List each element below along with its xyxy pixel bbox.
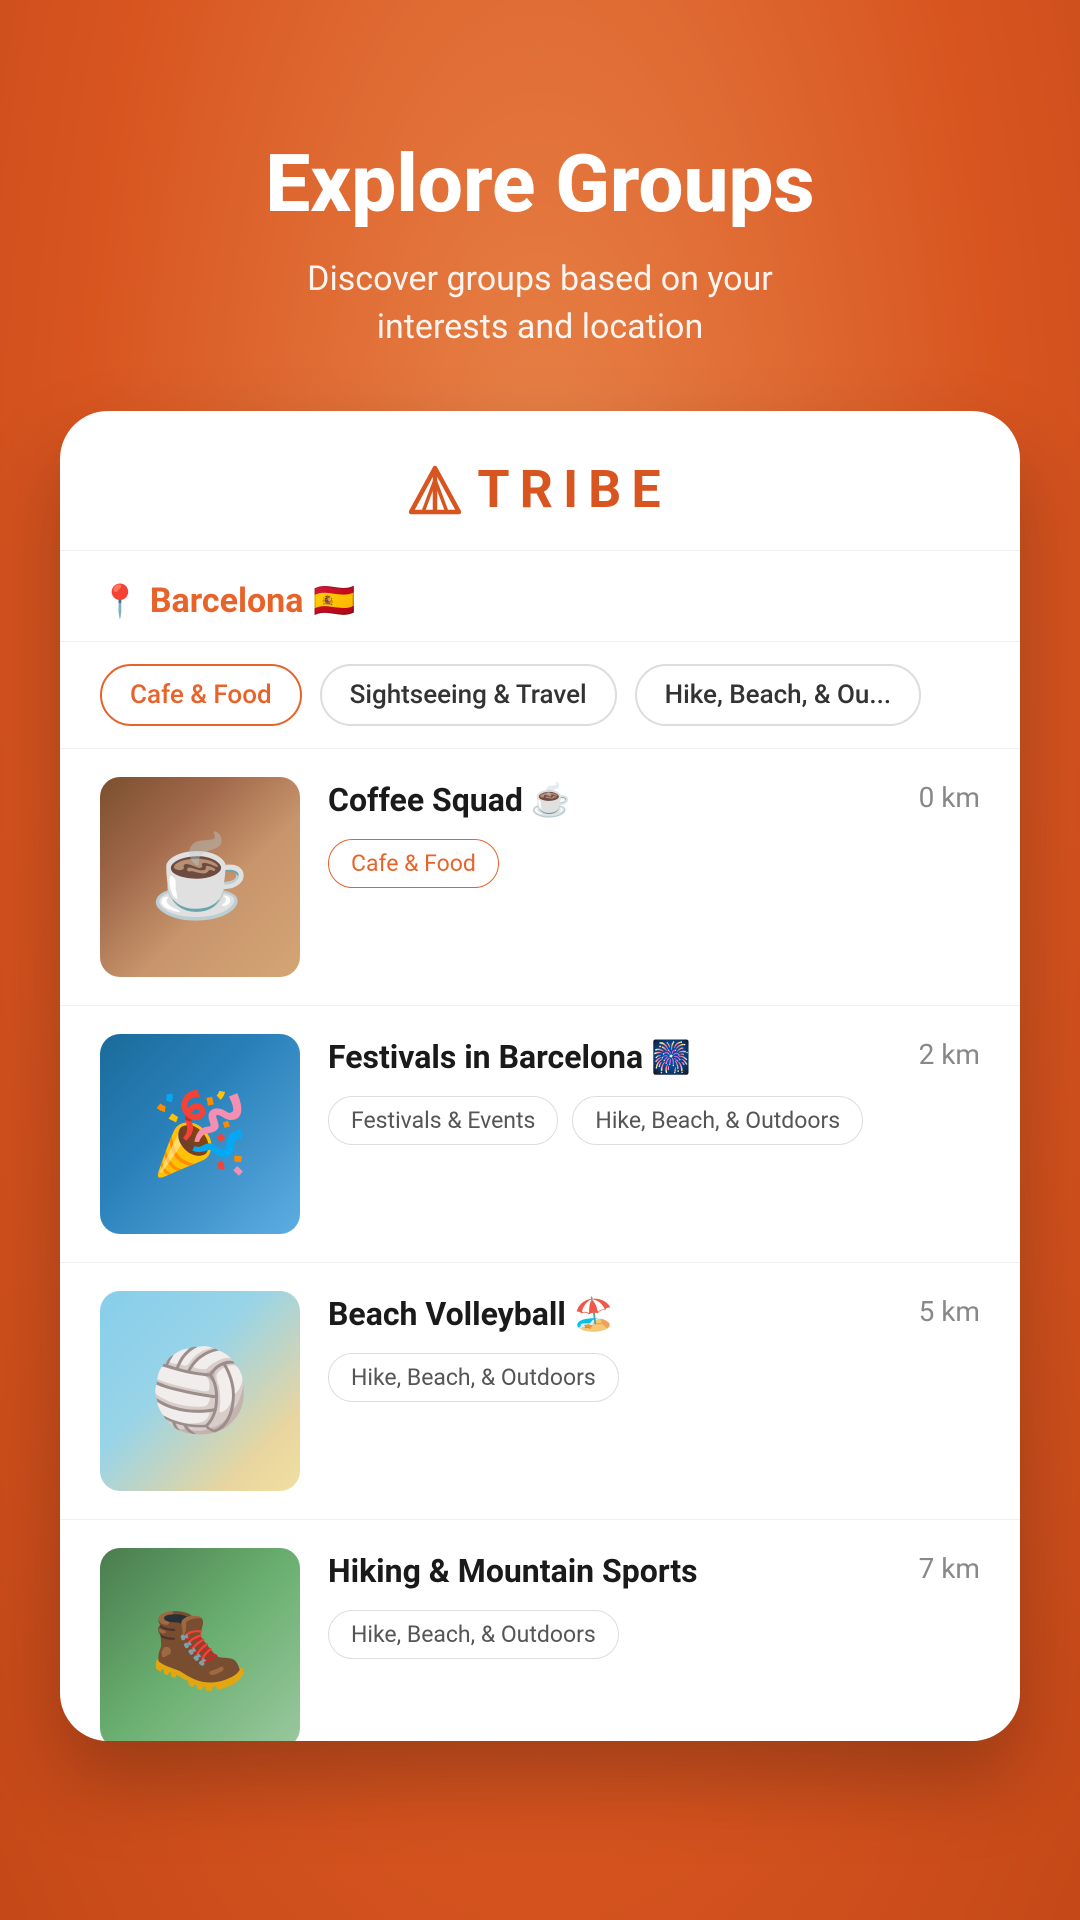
group-distance-hiking: 7 km xyxy=(919,1552,980,1585)
filter-tab-hike[interactable]: Hike, Beach, & Ou... xyxy=(635,664,921,726)
group-tags-volleyball: Hike, Beach, & Outdoors xyxy=(328,1353,980,1402)
group-tags-festivals: Festivals & Events Hike, Beach, & Outdoo… xyxy=(328,1096,980,1145)
location-pin-icon: 📍 xyxy=(100,582,140,620)
group-image-volleyball xyxy=(100,1291,300,1491)
group-name-festivals: Festivals in Barcelona 🎆 xyxy=(328,1038,691,1076)
group-tag-cafe-food[interactable]: Cafe & Food xyxy=(328,839,499,888)
filter-tab-sightseeing[interactable]: Sightseeing & Travel xyxy=(320,664,617,726)
group-name-volleyball: Beach Volleyball 🏖️ xyxy=(328,1295,614,1333)
group-tags-hiking: Hike, Beach, & Outdoors xyxy=(328,1610,980,1659)
group-image-coffee-squad xyxy=(100,777,300,977)
tribe-logo: TRIBE xyxy=(100,459,980,520)
app-header: TRIBE xyxy=(60,411,1020,551)
group-item-festivals[interactable]: Festivals in Barcelona 🎆 2 km Festivals … xyxy=(60,1006,1020,1263)
group-image-hiking xyxy=(100,1548,300,1741)
group-title-row-festivals: Festivals in Barcelona 🎆 2 km xyxy=(328,1038,980,1076)
group-item-volleyball[interactable]: Beach Volleyball 🏖️ 5 km Hike, Beach, & … xyxy=(60,1263,1020,1520)
app-name: TRIBE xyxy=(477,459,670,520)
group-distance-festivals: 2 km xyxy=(919,1038,980,1071)
group-title-row: Coffee Squad ☕ 0 km xyxy=(328,781,980,819)
group-item-coffee-squad[interactable]: Coffee Squad ☕ 0 km Cafe & Food xyxy=(60,749,1020,1006)
group-tag-hike-mountain[interactable]: Hike, Beach, & Outdoors xyxy=(328,1610,619,1659)
hero-subtitle: Discover groups based on your interests … xyxy=(240,256,840,351)
group-name-coffee-squad: Coffee Squad ☕ xyxy=(328,781,571,819)
group-title-row-hiking: Hiking & Mountain Sports 7 km xyxy=(328,1552,980,1590)
hero-title: Explore Groups xyxy=(0,140,1080,228)
group-distance-coffee-squad: 0 km xyxy=(919,781,980,814)
group-tag-hike-beach-outdoors[interactable]: Hike, Beach, & Outdoors xyxy=(328,1353,619,1402)
group-info-volleyball: Beach Volleyball 🏖️ 5 km Hike, Beach, & … xyxy=(328,1291,980,1402)
location-flag: 🇪🇸 xyxy=(313,581,355,621)
group-tag-festivals-events[interactable]: Festivals & Events xyxy=(328,1096,558,1145)
group-distance-volleyball: 5 km xyxy=(919,1295,980,1328)
group-info-festivals: Festivals in Barcelona 🎆 2 km Festivals … xyxy=(328,1034,980,1145)
group-name-hiking: Hiking & Mountain Sports xyxy=(328,1552,698,1590)
group-info-hiking: Hiking & Mountain Sports 7 km Hike, Beac… xyxy=(328,1548,980,1659)
group-tags-coffee-squad: Cafe & Food xyxy=(328,839,980,888)
hero-section: Explore Groups Discover groups based on … xyxy=(0,0,1080,411)
group-title-row-volleyball: Beach Volleyball 🏖️ 5 km xyxy=(328,1295,980,1333)
groups-list: Coffee Squad ☕ 0 km Cafe & Food Festival… xyxy=(60,749,1020,1741)
group-image-festivals xyxy=(100,1034,300,1234)
filter-tab-cafe[interactable]: Cafe & Food xyxy=(100,664,302,726)
group-item-hiking[interactable]: Hiking & Mountain Sports 7 km Hike, Beac… xyxy=(60,1520,1020,1741)
location-city: Barcelona xyxy=(150,581,304,621)
tent-icon xyxy=(409,464,461,516)
app-card: TRIBE 📍 Barcelona 🇪🇸 Cafe & Food Sightse… xyxy=(60,411,1020,1741)
location-bar[interactable]: 📍 Barcelona 🇪🇸 xyxy=(60,551,1020,642)
group-info-coffee-squad: Coffee Squad ☕ 0 km Cafe & Food xyxy=(328,777,980,888)
group-tag-hike-beach[interactable]: Hike, Beach, & Outdoors xyxy=(572,1096,863,1145)
filter-tabs-container: Cafe & Food Sightseeing & Travel Hike, B… xyxy=(60,642,1020,749)
